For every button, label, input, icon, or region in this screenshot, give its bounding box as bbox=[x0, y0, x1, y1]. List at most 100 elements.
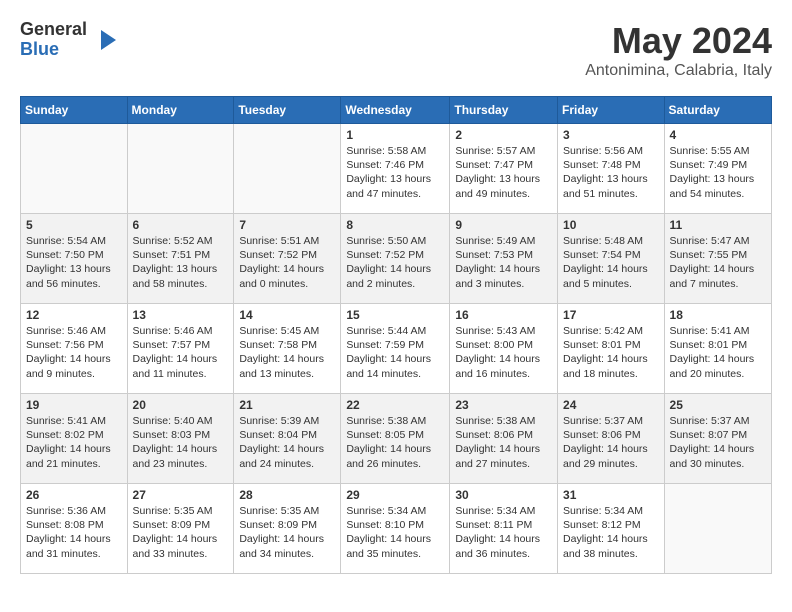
day-info: Sunrise: 5:55 AM Sunset: 7:49 PM Dayligh… bbox=[670, 144, 766, 201]
day-number: 23 bbox=[455, 398, 552, 412]
header-wednesday: Wednesday bbox=[341, 97, 450, 124]
day-info: Sunrise: 5:34 AM Sunset: 8:12 PM Dayligh… bbox=[563, 504, 659, 561]
day-info: Sunrise: 5:35 AM Sunset: 8:09 PM Dayligh… bbox=[133, 504, 229, 561]
day-info: Sunrise: 5:46 AM Sunset: 7:57 PM Dayligh… bbox=[133, 324, 229, 381]
day-number: 26 bbox=[26, 488, 122, 502]
calendar-cell: 19 Sunrise: 5:41 AM Sunset: 8:02 PM Dayli… bbox=[21, 394, 128, 484]
month-title: May 2024 bbox=[585, 20, 772, 62]
day-number: 20 bbox=[133, 398, 229, 412]
day-number: 3 bbox=[563, 128, 659, 142]
day-number: 13 bbox=[133, 308, 229, 322]
day-info: Sunrise: 5:45 AM Sunset: 7:58 PM Dayligh… bbox=[239, 324, 335, 381]
header-sunday: Sunday bbox=[21, 97, 128, 124]
day-info: Sunrise: 5:35 AM Sunset: 8:09 PM Dayligh… bbox=[239, 504, 335, 561]
logo-icon bbox=[91, 25, 121, 55]
day-number: 1 bbox=[346, 128, 444, 142]
week-row-2: 12 Sunrise: 5:46 AM Sunset: 7:56 PM Dayli… bbox=[21, 304, 772, 394]
day-number: 16 bbox=[455, 308, 552, 322]
day-info: Sunrise: 5:41 AM Sunset: 8:02 PM Dayligh… bbox=[26, 414, 122, 471]
title-block: May 2024 Antonimina, Calabria, Italy bbox=[585, 20, 772, 80]
day-number: 10 bbox=[563, 218, 659, 232]
day-info: Sunrise: 5:56 AM Sunset: 7:48 PM Dayligh… bbox=[563, 144, 659, 201]
calendar-cell: 20 Sunrise: 5:40 AM Sunset: 8:03 PM Dayli… bbox=[127, 394, 234, 484]
calendar-cell: 30 Sunrise: 5:34 AM Sunset: 8:11 PM Dayli… bbox=[450, 484, 558, 574]
day-number: 17 bbox=[563, 308, 659, 322]
day-number: 9 bbox=[455, 218, 552, 232]
calendar-table: SundayMondayTuesdayWednesdayThursdayFrid… bbox=[20, 96, 772, 574]
calendar-cell: 2 Sunrise: 5:57 AM Sunset: 7:47 PM Daylig… bbox=[450, 124, 558, 214]
day-info: Sunrise: 5:49 AM Sunset: 7:53 PM Dayligh… bbox=[455, 234, 552, 291]
day-info: Sunrise: 5:51 AM Sunset: 7:52 PM Dayligh… bbox=[239, 234, 335, 291]
day-number: 30 bbox=[455, 488, 552, 502]
day-number: 6 bbox=[133, 218, 229, 232]
calendar-cell: 21Sunrise: 5:39 AM Sunset: 8:04 PM Dayli… bbox=[234, 394, 341, 484]
calendar-cell: 13 Sunrise: 5:46 AM Sunset: 7:57 PM Dayli… bbox=[127, 304, 234, 394]
day-info: Sunrise: 5:52 AM Sunset: 7:51 PM Dayligh… bbox=[133, 234, 229, 291]
day-info: Sunrise: 5:46 AM Sunset: 7:56 PM Dayligh… bbox=[26, 324, 122, 381]
week-row-3: 19 Sunrise: 5:41 AM Sunset: 8:02 PM Dayli… bbox=[21, 394, 772, 484]
day-info: Sunrise: 5:39 AM Sunset: 8:04 PM Dayligh… bbox=[239, 414, 335, 471]
day-number: 29 bbox=[346, 488, 444, 502]
header-monday: Monday bbox=[127, 97, 234, 124]
day-number: 8 bbox=[346, 218, 444, 232]
header-row: SundayMondayTuesdayWednesdayThursdayFrid… bbox=[21, 97, 772, 124]
week-row-1: 5Sunrise: 5:54 AM Sunset: 7:50 PM Daylig… bbox=[21, 214, 772, 304]
calendar-cell: 29 Sunrise: 5:34 AM Sunset: 8:10 PM Dayli… bbox=[341, 484, 450, 574]
calendar-cell bbox=[21, 124, 128, 214]
day-info: Sunrise: 5:40 AM Sunset: 8:03 PM Dayligh… bbox=[133, 414, 229, 471]
calendar-cell: 15 Sunrise: 5:44 AM Sunset: 7:59 PM Dayli… bbox=[341, 304, 450, 394]
location: Antonimina, Calabria, Italy bbox=[585, 62, 772, 80]
day-info: Sunrise: 5:54 AM Sunset: 7:50 PM Dayligh… bbox=[26, 234, 122, 291]
calendar-cell: 23 Sunrise: 5:38 AM Sunset: 8:06 PM Dayli… bbox=[450, 394, 558, 484]
day-info: Sunrise: 5:57 AM Sunset: 7:47 PM Dayligh… bbox=[455, 144, 552, 201]
day-info: Sunrise: 5:34 AM Sunset: 8:10 PM Dayligh… bbox=[346, 504, 444, 561]
day-info: Sunrise: 5:43 AM Sunset: 8:00 PM Dayligh… bbox=[455, 324, 552, 381]
calendar-cell: 31 Sunrise: 5:34 AM Sunset: 8:12 PM Dayli… bbox=[558, 484, 665, 574]
calendar-cell: 7Sunrise: 5:51 AM Sunset: 7:52 PM Daylig… bbox=[234, 214, 341, 304]
calendar-cell: 18Sunrise: 5:41 AM Sunset: 8:01 PM Dayli… bbox=[664, 304, 771, 394]
day-number: 15 bbox=[346, 308, 444, 322]
calendar-cell: 22Sunrise: 5:38 AM Sunset: 8:05 PM Dayli… bbox=[341, 394, 450, 484]
day-number: 27 bbox=[133, 488, 229, 502]
header-friday: Friday bbox=[558, 97, 665, 124]
day-info: Sunrise: 5:47 AM Sunset: 7:55 PM Dayligh… bbox=[670, 234, 766, 291]
header-tuesday: Tuesday bbox=[234, 97, 341, 124]
day-number: 19 bbox=[26, 398, 122, 412]
calendar-cell: 25Sunrise: 5:37 AM Sunset: 8:07 PM Dayli… bbox=[664, 394, 771, 484]
logo-blue: Blue bbox=[20, 40, 87, 60]
day-number: 12 bbox=[26, 308, 122, 322]
calendar-cell: 9 Sunrise: 5:49 AM Sunset: 7:53 PM Daylig… bbox=[450, 214, 558, 304]
day-info: Sunrise: 5:36 AM Sunset: 8:08 PM Dayligh… bbox=[26, 504, 122, 561]
day-number: 4 bbox=[670, 128, 766, 142]
calendar-cell: 3 Sunrise: 5:56 AM Sunset: 7:48 PM Daylig… bbox=[558, 124, 665, 214]
calendar-cell: 16 Sunrise: 5:43 AM Sunset: 8:00 PM Dayli… bbox=[450, 304, 558, 394]
week-row-0: 1 Sunrise: 5:58 AM Sunset: 7:46 PM Daylig… bbox=[21, 124, 772, 214]
calendar-cell: 1 Sunrise: 5:58 AM Sunset: 7:46 PM Daylig… bbox=[341, 124, 450, 214]
calendar-cell: 4 Sunrise: 5:55 AM Sunset: 7:49 PM Daylig… bbox=[664, 124, 771, 214]
calendar-cell: 10Sunrise: 5:48 AM Sunset: 7:54 PM Dayli… bbox=[558, 214, 665, 304]
week-row-4: 26 Sunrise: 5:36 AM Sunset: 8:08 PM Dayli… bbox=[21, 484, 772, 574]
day-info: Sunrise: 5:44 AM Sunset: 7:59 PM Dayligh… bbox=[346, 324, 444, 381]
calendar-cell: 28 Sunrise: 5:35 AM Sunset: 8:09 PM Dayli… bbox=[234, 484, 341, 574]
day-info: Sunrise: 5:42 AM Sunset: 8:01 PM Dayligh… bbox=[563, 324, 659, 381]
calendar-cell: 24Sunrise: 5:37 AM Sunset: 8:06 PM Dayli… bbox=[558, 394, 665, 484]
day-info: Sunrise: 5:38 AM Sunset: 8:06 PM Dayligh… bbox=[455, 414, 552, 471]
calendar-cell: 6 Sunrise: 5:52 AM Sunset: 7:51 PM Daylig… bbox=[127, 214, 234, 304]
day-number: 31 bbox=[563, 488, 659, 502]
day-number: 2 bbox=[455, 128, 552, 142]
calendar-cell bbox=[664, 484, 771, 574]
day-info: Sunrise: 5:38 AM Sunset: 8:05 PM Dayligh… bbox=[346, 414, 444, 471]
page-header: General Blue May 2024 Antonimina, Calabr… bbox=[20, 20, 772, 80]
day-info: Sunrise: 5:58 AM Sunset: 7:46 PM Dayligh… bbox=[346, 144, 444, 201]
day-info: Sunrise: 5:37 AM Sunset: 8:07 PM Dayligh… bbox=[670, 414, 766, 471]
calendar-cell: 12 Sunrise: 5:46 AM Sunset: 7:56 PM Dayli… bbox=[21, 304, 128, 394]
day-number: 24 bbox=[563, 398, 659, 412]
day-number: 14 bbox=[239, 308, 335, 322]
day-info: Sunrise: 5:50 AM Sunset: 7:52 PM Dayligh… bbox=[346, 234, 444, 291]
day-info: Sunrise: 5:41 AM Sunset: 8:01 PM Dayligh… bbox=[670, 324, 766, 381]
day-info: Sunrise: 5:34 AM Sunset: 8:11 PM Dayligh… bbox=[455, 504, 552, 561]
calendar-cell: 27 Sunrise: 5:35 AM Sunset: 8:09 PM Dayli… bbox=[127, 484, 234, 574]
day-number: 28 bbox=[239, 488, 335, 502]
calendar-cell bbox=[234, 124, 341, 214]
logo-general: General bbox=[20, 20, 87, 40]
